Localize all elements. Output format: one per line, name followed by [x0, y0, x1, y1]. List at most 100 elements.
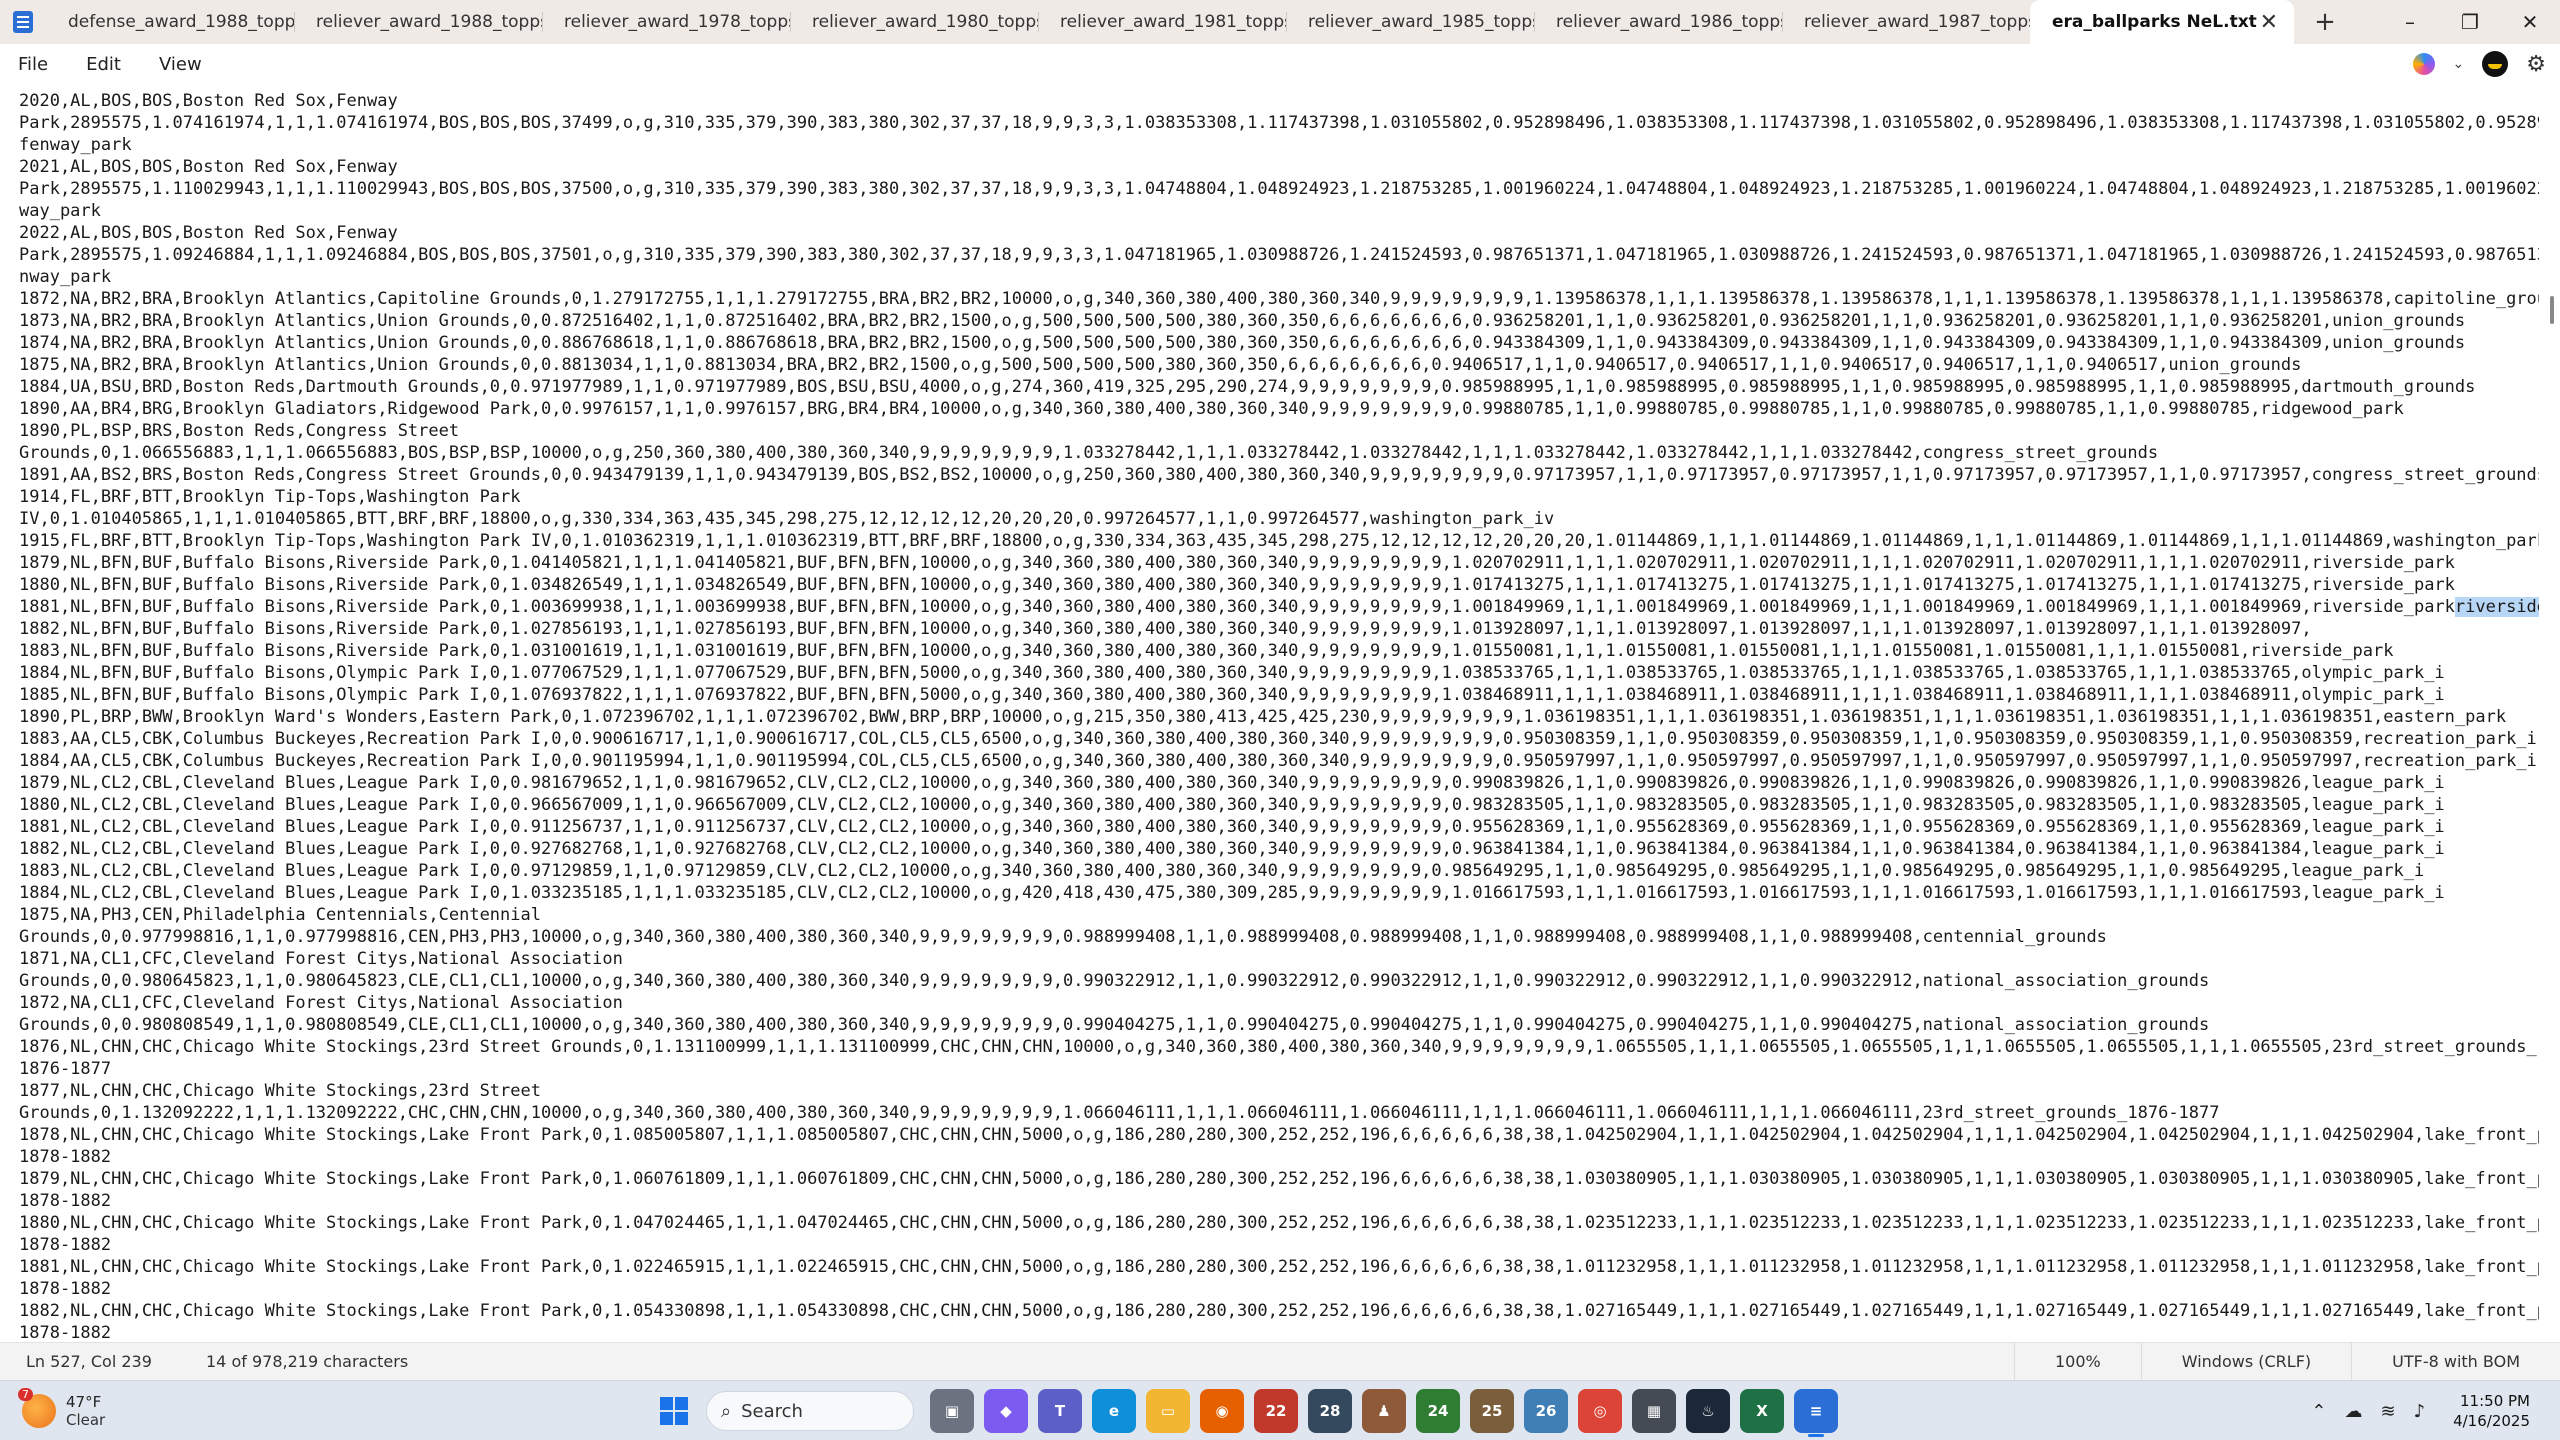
encoding[interactable]: UTF-8 with BOM: [2351, 1343, 2560, 1380]
text-line: way_park: [19, 201, 101, 221]
app-25-icon[interactable]: 25: [1470, 1389, 1514, 1433]
text-line: 1879,NL,CHN,CHC,Chicago White Stockings,…: [19, 1169, 2539, 1189]
text-line: 1880,NL,BFN,BUF,Buffalo Bisons,Riverside…: [19, 575, 2455, 595]
text-line: 1884,NL,CL2,CBL,Cleveland Blues,League P…: [19, 883, 2445, 903]
text-line: 1885,NL,BFN,BUF,Buffalo Bisons,Olympic P…: [19, 685, 2445, 705]
file-explorer-app-icon[interactable]: ▭: [1146, 1389, 1190, 1433]
weather-sun-icon: 7: [18, 1387, 56, 1428]
zoom-level[interactable]: 100%: [2013, 1343, 2141, 1380]
tab-0[interactable]: defense_award_1988_topps.xml: [46, 0, 294, 44]
text-line: 1883,NL,BFN,BUF,Buffalo Bisons,Riverside…: [19, 641, 2394, 661]
tab-8[interactable]: era_ballparks NeL.txt ✕: [2030, 0, 2294, 44]
text-editor-area[interactable]: 2020,AL,BOS,BOS,Boston Red Sox,Fenway Par…: [0, 84, 2540, 1342]
windows-logo-icon: [660, 1397, 688, 1425]
calculator-app-icon[interactable]: ▦: [1632, 1389, 1676, 1433]
search-icon: ⌕: [721, 1400, 732, 1422]
text-line: Grounds,0,0.977998816,1,1,0.977998816,CE…: [19, 927, 2107, 947]
character-count: 14 of 978,219 characters: [206, 1352, 409, 1371]
firefox-app-icon[interactable]: ◉: [1200, 1389, 1244, 1433]
close-window-button[interactable]: ✕: [2500, 0, 2560, 44]
text-line: 1890,AA,BR4,BRG,Brooklyn Gladiators,Ridg…: [19, 399, 2404, 419]
tab-1[interactable]: reliever_award_1988_topps.xml: [294, 0, 542, 44]
teams-app-icon[interactable]: T: [1038, 1389, 1082, 1433]
text-line: 1881,NL,CHN,CHC,Chicago White Stockings,…: [19, 1257, 2539, 1277]
status-bar: Ln 527, Col 239 14 of 978,219 characters…: [0, 1342, 2560, 1380]
text-line: 1891,AA,BS2,BRS,Boston Reds,Congress Str…: [19, 465, 2539, 485]
tab-bar: defense_award_1988_topps.xml reliever_awa…: [0, 0, 2560, 44]
app-24-icon[interactable]: 24: [1416, 1389, 1460, 1433]
excel-app-icon[interactable]: X: [1740, 1389, 1784, 1433]
tab-3[interactable]: reliever_award_1980_topps.xml: [790, 0, 1038, 44]
weather-badge: 7: [18, 1387, 33, 1401]
app-26-icon[interactable]: 26: [1524, 1389, 1568, 1433]
gear-icon[interactable]: ⚙: [2526, 52, 2546, 77]
account-avatar-icon[interactable]: [2482, 51, 2509, 77]
text-line: Grounds,0,1.132092222,1,1,1.132092222,CH…: [19, 1103, 2220, 1123]
tab-6[interactable]: reliever_award_1986_topps.xml: [1534, 0, 1782, 44]
menu-file[interactable]: File: [8, 54, 58, 75]
line-ending[interactable]: Windows (CRLF): [2140, 1343, 2351, 1380]
tab-2[interactable]: reliever_award_1978_topps.xml: [542, 0, 790, 44]
text-line: 1878-1882: [19, 1235, 112, 1255]
wifi-icon[interactable]: ≋: [2380, 1401, 2395, 1422]
speaker-icon[interactable]: ♪: [2414, 1401, 2426, 1422]
text-line: 1883,NL,CL2,CBL,Cleveland Blues,League P…: [19, 861, 2425, 881]
new-tab-button[interactable]: +: [2294, 0, 2356, 44]
clock-date: 4/16/2025: [2453, 1412, 2530, 1430]
minimize-button[interactable]: –: [2380, 0, 2440, 44]
menu-view[interactable]: View: [149, 54, 212, 75]
chevron-down-icon[interactable]: ⌄: [2453, 56, 2465, 72]
text-line: 1882,NL,BFN,BUF,Buffalo Bisons,Riverside…: [19, 619, 2312, 639]
weather-text: 47°F Clear: [66, 1393, 105, 1429]
notepad-app-icon[interactable]: ≡: [1794, 1389, 1838, 1437]
edge-app-icon[interactable]: e: [1092, 1389, 1136, 1433]
maximize-button[interactable]: ❐: [2440, 0, 2500, 44]
text-line: 1883,AA,CL5,CBK,Columbus Buckeyes,Recrea…: [19, 729, 2537, 749]
taskbar-apps: ▣ ◆ Te ▭ ◉ 22 28 ♟ 24 25 26 ◎ ▦ ♨ X ≡: [930, 1389, 1838, 1437]
tab-list: defense_award_1988_topps.xml reliever_awa…: [46, 0, 2294, 44]
task-view-app-icon[interactable]: ▣: [930, 1389, 974, 1433]
start-button[interactable]: [652, 1389, 696, 1433]
steam-app-icon[interactable]: ♨: [1686, 1389, 1730, 1433]
copilot-icon[interactable]: [2412, 53, 2435, 75]
figure-app-icon[interactable]: ♟: [1362, 1389, 1406, 1433]
scrollbar-thumb[interactable]: [2550, 296, 2554, 324]
tab-4[interactable]: reliever_award_1981_topps.xml: [1038, 0, 1286, 44]
taskbar-search[interactable]: ⌕ Search: [706, 1391, 914, 1431]
text-line: 1872,NA,BR2,BRA,Brooklyn Atlantics,Capit…: [19, 289, 2539, 309]
text-line: 1884,AA,CL5,CBK,Columbus Buckeyes,Recrea…: [19, 751, 2537, 771]
text-line: Grounds,0,1.066556883,1,1,1.066556883,BO…: [19, 443, 2159, 463]
weather-desc: Clear: [66, 1410, 106, 1429]
tab-5[interactable]: reliever_award_1985_topps.xml: [1286, 0, 1534, 44]
tab-label: era_ballparks NeL.txt: [2052, 12, 2257, 32]
tab-label: reliever_award_1987_topps.xml: [1804, 12, 2030, 32]
text-line: 1915,FL,BRF,BTT,Brooklyn Tip-Tops,Washin…: [19, 531, 2539, 551]
copilot-app-icon[interactable]: ◆: [984, 1389, 1028, 1433]
menu-edit[interactable]: Edit: [76, 54, 131, 75]
weather-temp: 47°F: [66, 1392, 102, 1411]
text-line: 1890,PL,BSP,BRS,Boston Reds,Congress Str…: [19, 421, 460, 441]
text-line: 1890,PL,BRP,BWW,Brooklyn Ward's Wonders,…: [19, 707, 2507, 727]
text-line: 2021,AL,BOS,BOS,Boston Red Sox,Fenway: [19, 157, 398, 177]
taskbar: 7 47°F Clear ⌕ Search ▣ ◆ Te ▭ ◉ 22 28 ♟ 24 25 26 ◎…: [0, 1380, 2560, 1440]
text-line: 1872,NA,CL1,CFC,Cleveland Forest Citys,N…: [19, 993, 623, 1013]
tab-7[interactable]: reliever_award_1987_topps.xml: [1782, 0, 2030, 44]
tab-label: defense_award_1988_topps.xml: [68, 12, 294, 32]
text-line: 1914,FL,BRF,BTT,Brooklyn Tip-Tops,Washin…: [19, 487, 521, 507]
vertical-scrollbar[interactable]: [2540, 84, 2560, 1342]
close-icon[interactable]: ✕: [2260, 10, 2278, 35]
text-line: 1882,NL,CL2,CBL,Cleveland Blues,League P…: [19, 839, 2445, 859]
window-controls: – ❐ ✕: [2380, 0, 2560, 44]
search-placeholder: Search: [741, 1400, 803, 1422]
text-line: 1881,NL,CL2,CBL,Cleveland Blues,League P…: [19, 817, 2445, 837]
text-line: 1884,NL,BFN,BUF,Buffalo Bisons,Olympic P…: [19, 663, 2445, 683]
chevron-up-icon[interactable]: ⌃: [2311, 1401, 2326, 1422]
system-tray: ⌃ ☁ ≋ ♪ 11:50 PM 4/16/2025: [2311, 1381, 2560, 1440]
clock[interactable]: 11:50 PM 4/16/2025: [2453, 1391, 2530, 1431]
app-28-icon[interactable]: 28: [1308, 1389, 1352, 1433]
weather-widget[interactable]: 7 47°F Clear: [0, 1387, 240, 1429]
text-line: fenway_park: [19, 135, 132, 155]
app-22-icon[interactable]: 22: [1254, 1389, 1298, 1433]
chrome-app-icon[interactable]: ◎: [1578, 1389, 1622, 1433]
cloud-icon[interactable]: ☁: [2344, 1401, 2362, 1422]
